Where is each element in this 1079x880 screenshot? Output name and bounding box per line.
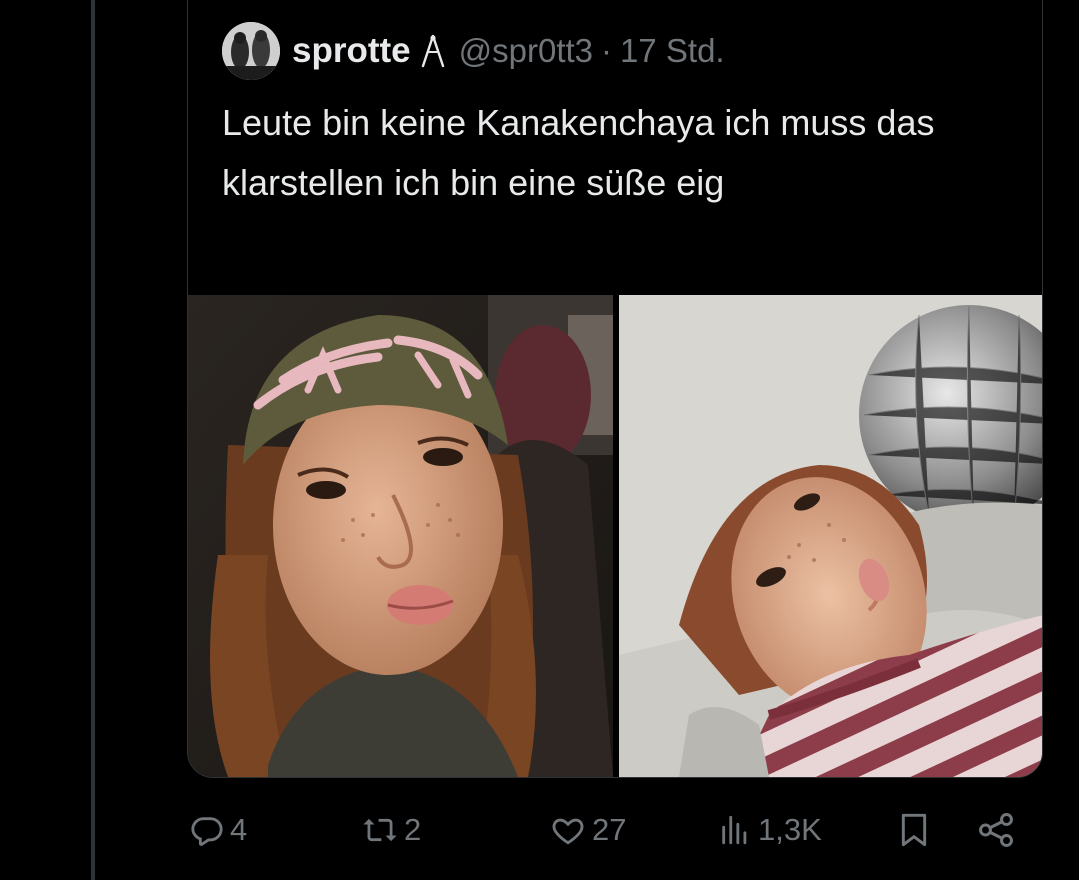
bookmark-icon — [898, 812, 930, 848]
share-button[interactable] — [976, 812, 1016, 848]
repost-count: 2 — [404, 812, 422, 847]
user-handle[interactable]: @spr0tt3 — [459, 32, 593, 70]
like-button[interactable]: 27 — [550, 812, 626, 848]
bookmark-button[interactable] — [898, 812, 930, 848]
photo-right[interactable] — [619, 295, 1042, 777]
quoted-tweet-card[interactable]: sprotte @spr0tt3 · 17 Std. Leute bin kei… — [187, 0, 1043, 778]
like-count: 27 — [592, 812, 627, 847]
media-grid — [188, 295, 1042, 777]
timestamp[interactable]: 17 Std. — [620, 32, 725, 70]
display-name[interactable]: sprotte — [292, 31, 411, 71]
quoted-tweet-header: sprotte @spr0tt3 · 17 Std. — [222, 21, 725, 81]
reply-count: 4 — [230, 812, 248, 847]
photo-left[interactable] — [188, 295, 613, 777]
separator-dot: · — [601, 32, 613, 69]
reply-button[interactable]: 4 — [190, 812, 247, 848]
repost-icon — [362, 813, 398, 847]
views-button[interactable]: 1,3K — [718, 812, 822, 848]
quoted-tweet-text: Leute bin keine Kanakenchaya ich muss da… — [222, 102, 935, 203]
thread-line — [91, 0, 95, 880]
repost-button[interactable]: 2 — [362, 812, 421, 848]
share-icon — [976, 812, 1016, 848]
tweezers-emoji-icon — [419, 34, 447, 68]
avatar[interactable] — [222, 22, 280, 80]
views-count: 1,3K — [758, 812, 822, 847]
tweet-actions: 4 2 27 1,3K — [0, 808, 1079, 864]
views-icon — [718, 813, 752, 847]
heart-icon — [550, 813, 586, 847]
reply-icon — [190, 813, 224, 847]
